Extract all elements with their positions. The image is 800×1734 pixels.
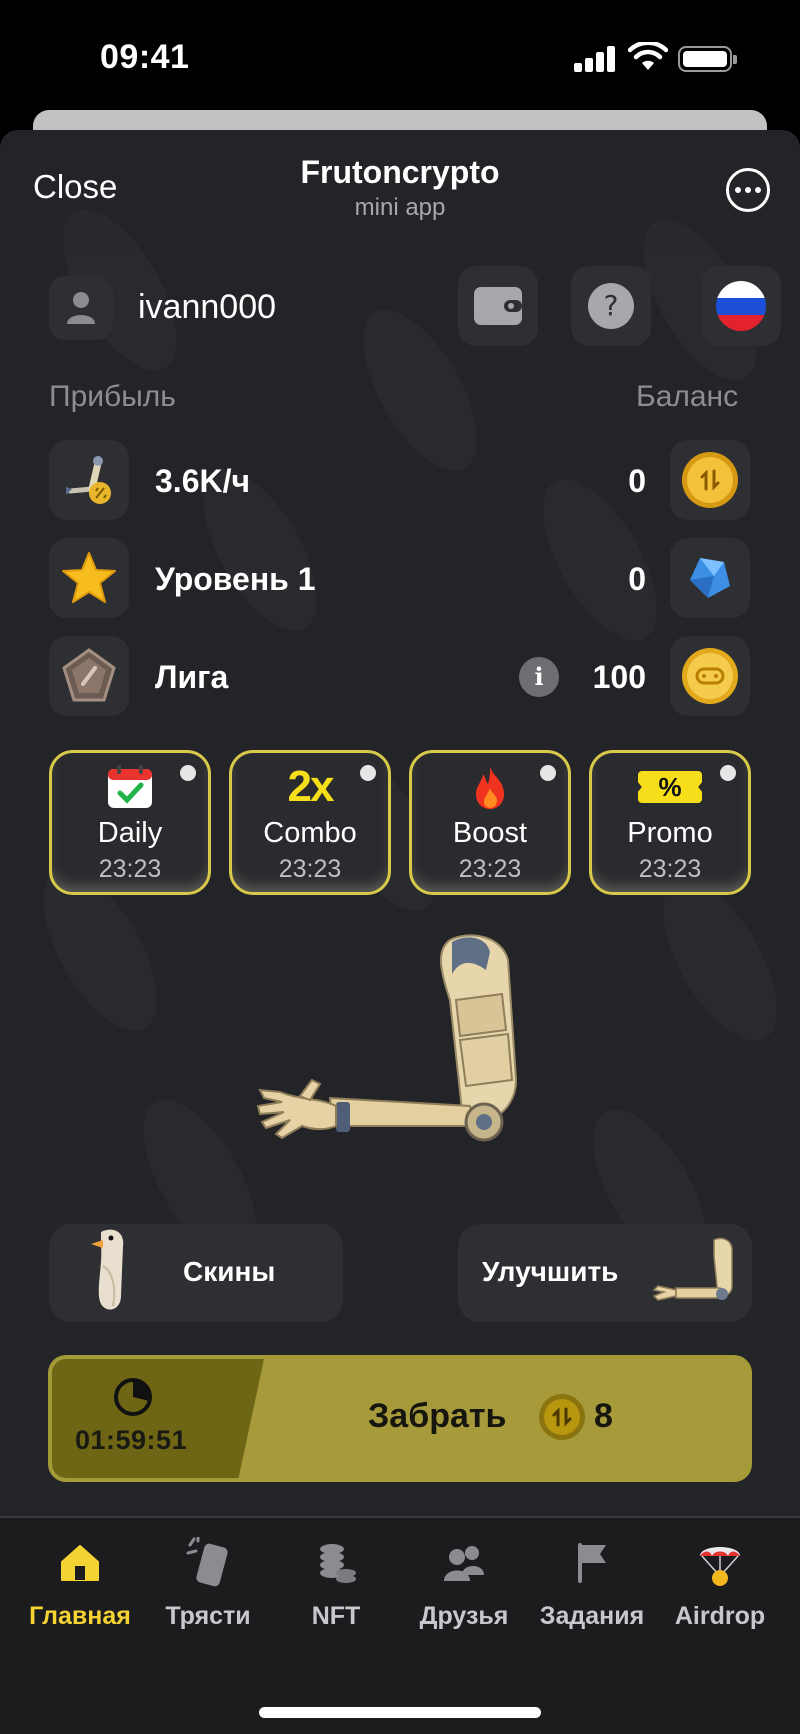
level-tile	[49, 538, 129, 618]
card-timer: 23:23	[278, 855, 342, 883]
clock-icon	[114, 1378, 152, 1416]
card-timer: 23:23	[638, 855, 702, 883]
nav-label: NFT	[311, 1602, 361, 1630]
parachute-icon	[700, 1547, 740, 1586]
claim-amount: 8	[594, 1397, 613, 1435]
upgrade-button[interactable]: Улучшить	[458, 1224, 752, 1322]
app-title: Frutoncrypto	[300, 154, 500, 190]
avatar[interactable]	[49, 276, 113, 340]
ticket-percent-icon: %	[638, 771, 702, 803]
upgrade-label: Улучшить	[482, 1256, 619, 1287]
league-badge-icon	[62, 648, 116, 702]
card-name: Daily	[97, 817, 163, 849]
status-bar: 09:41	[0, 0, 800, 110]
app-header: Close Frutoncrypto mini app	[0, 130, 800, 240]
robot-arm-icon	[66, 456, 111, 504]
goose-icon	[91, 1229, 124, 1310]
calendar-check-icon	[108, 765, 152, 808]
card-name: Promo	[627, 817, 713, 849]
home-indicator[interactable]	[259, 1707, 541, 1718]
coin-icon	[539, 1394, 585, 1440]
more-options-button[interactable]	[726, 168, 770, 212]
boost-card[interactable]: Boost 23:23	[409, 750, 571, 895]
username: ivann000	[138, 288, 277, 326]
help-button[interactable]: ?	[571, 266, 651, 346]
token-balance: 100	[592, 659, 646, 695]
nav-label: Друзья	[419, 1602, 509, 1630]
cellular-signal-icon	[574, 46, 616, 72]
home-icon	[61, 1545, 99, 1581]
wallet-button[interactable]	[458, 266, 538, 346]
gem-balance: 0	[628, 561, 646, 597]
daily-card[interactable]: Daily 23:23	[49, 750, 211, 895]
token-tile	[670, 636, 750, 716]
svg-text:?: ?	[604, 289, 619, 322]
league-text: Лига	[155, 659, 229, 695]
russia-flag-icon	[716, 281, 766, 331]
claim-label: Забрать	[368, 1397, 507, 1435]
nav-label: Задания	[539, 1602, 645, 1630]
fire-icon	[476, 766, 504, 809]
combo-card[interactable]: 2x Combo 23:23	[229, 750, 391, 895]
bottom-navigation: Главная Трясти NFT Друзья Задания Airdro…	[0, 1516, 800, 1734]
gem-tile	[670, 538, 750, 618]
nav-label: Airdrop	[674, 1602, 766, 1630]
wallet-icon	[474, 287, 522, 325]
skins-label: Скины	[183, 1256, 276, 1287]
status-time: 09:41	[100, 38, 190, 76]
robotic-arm-image[interactable]	[240, 930, 560, 1200]
profit-arm-tile	[49, 440, 129, 520]
coin-balance: 0	[628, 463, 646, 499]
shake-phone-icon	[186, 1537, 228, 1587]
claim-timer-section	[52, 1359, 264, 1478]
gold-coin-icon	[682, 452, 738, 508]
card-name: Boost	[452, 817, 528, 849]
wifi-icon	[628, 42, 668, 70]
nav-label: Трясти	[165, 1602, 251, 1630]
nav-tasks[interactable]: Задания	[528, 1538, 656, 1638]
profit-label: Прибыль	[49, 380, 176, 413]
robot-arm-thumb-icon	[652, 1237, 733, 1301]
app-subtitle: mini app	[354, 194, 446, 221]
coin-stack-icon	[320, 1544, 356, 1583]
promo-card[interactable]: % Promo 23:23	[589, 750, 751, 895]
language-button[interactable]	[701, 266, 781, 346]
skins-button[interactable]: Скины	[49, 1224, 343, 1322]
claim-bar[interactable]: 01:59:51 Забрать 8	[48, 1355, 752, 1482]
star-icon	[62, 552, 116, 603]
card-timer: 23:23	[98, 855, 162, 883]
blue-gem-icon	[690, 558, 730, 598]
nav-shake[interactable]: Трясти	[144, 1537, 272, 1638]
battery-icon	[678, 46, 737, 72]
card-timer: 23:23	[458, 855, 522, 883]
nav-friends[interactable]: Друзья	[400, 1538, 528, 1638]
game-token-icon	[682, 648, 738, 704]
league-info-button[interactable]: i	[519, 657, 559, 697]
balance-label: Баланс	[636, 380, 739, 413]
nav-airdrop[interactable]: Airdrop	[656, 1538, 784, 1638]
mini-app-sheet: Close Frutoncrypto mini app ivann000 ? П…	[0, 130, 800, 1734]
league-tile	[49, 636, 129, 716]
card-name: Combo	[263, 817, 357, 849]
question-icon: ?	[588, 283, 634, 329]
coin-tile	[670, 440, 750, 520]
nav-nft[interactable]: NFT	[272, 1538, 400, 1638]
nav-label: Главная	[29, 1602, 131, 1630]
combo-2x-icon: 2x	[287, 762, 335, 811]
user-icon	[67, 292, 95, 324]
friends-icon	[444, 1546, 484, 1581]
claim-timer: 01:59:51	[75, 1425, 188, 1455]
level-text: Уровень 1	[155, 561, 316, 597]
flag-icon	[578, 1543, 606, 1583]
profit-rate: 3.6K/ч	[155, 463, 251, 499]
nav-home[interactable]: Главная	[16, 1538, 144, 1638]
